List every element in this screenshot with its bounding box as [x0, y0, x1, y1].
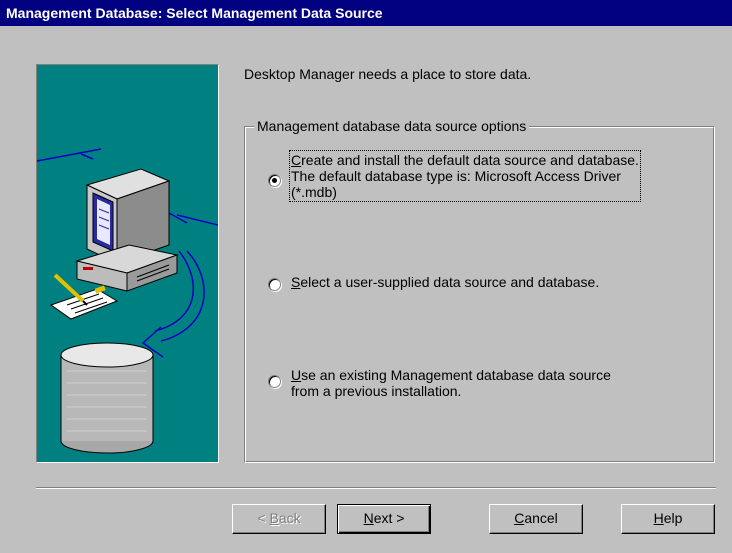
button-separator: [36, 487, 716, 489]
cancel-button[interactable]: Cancel: [489, 504, 583, 534]
option-user-supplied-label: Select a user-supplied data source and d…: [291, 274, 600, 290]
option-create-default-label: Create and install the default data sour…: [289, 150, 641, 202]
radio-existing-source[interactable]: [268, 375, 281, 388]
option-create-default[interactable]: Create and install the default data sour…: [268, 150, 641, 202]
wizard-illustration: [36, 64, 219, 463]
intro-text: Desktop Manager needs a place to store d…: [244, 66, 532, 82]
option-existing-source-label: Use an existing Management database data…: [291, 367, 611, 399]
radio-user-supplied[interactable]: [268, 278, 281, 291]
back-button[interactable]: < Back: [232, 504, 326, 534]
window-title: Management Database: Select Management D…: [0, 0, 732, 26]
next-button[interactable]: Next >: [337, 504, 431, 534]
computer-icon: [75, 168, 179, 292]
option-existing-source[interactable]: Use an existing Management database data…: [268, 367, 611, 399]
setup-dialog: Management Database: Select Management D…: [0, 0, 732, 553]
radio-create-default[interactable]: [268, 174, 281, 187]
database-cylinder-icon: [60, 342, 154, 454]
option-user-supplied[interactable]: Select a user-supplied data source and d…: [268, 274, 599, 291]
help-button[interactable]: Help: [621, 504, 715, 534]
group-legend: Management database data source options: [254, 118, 530, 134]
